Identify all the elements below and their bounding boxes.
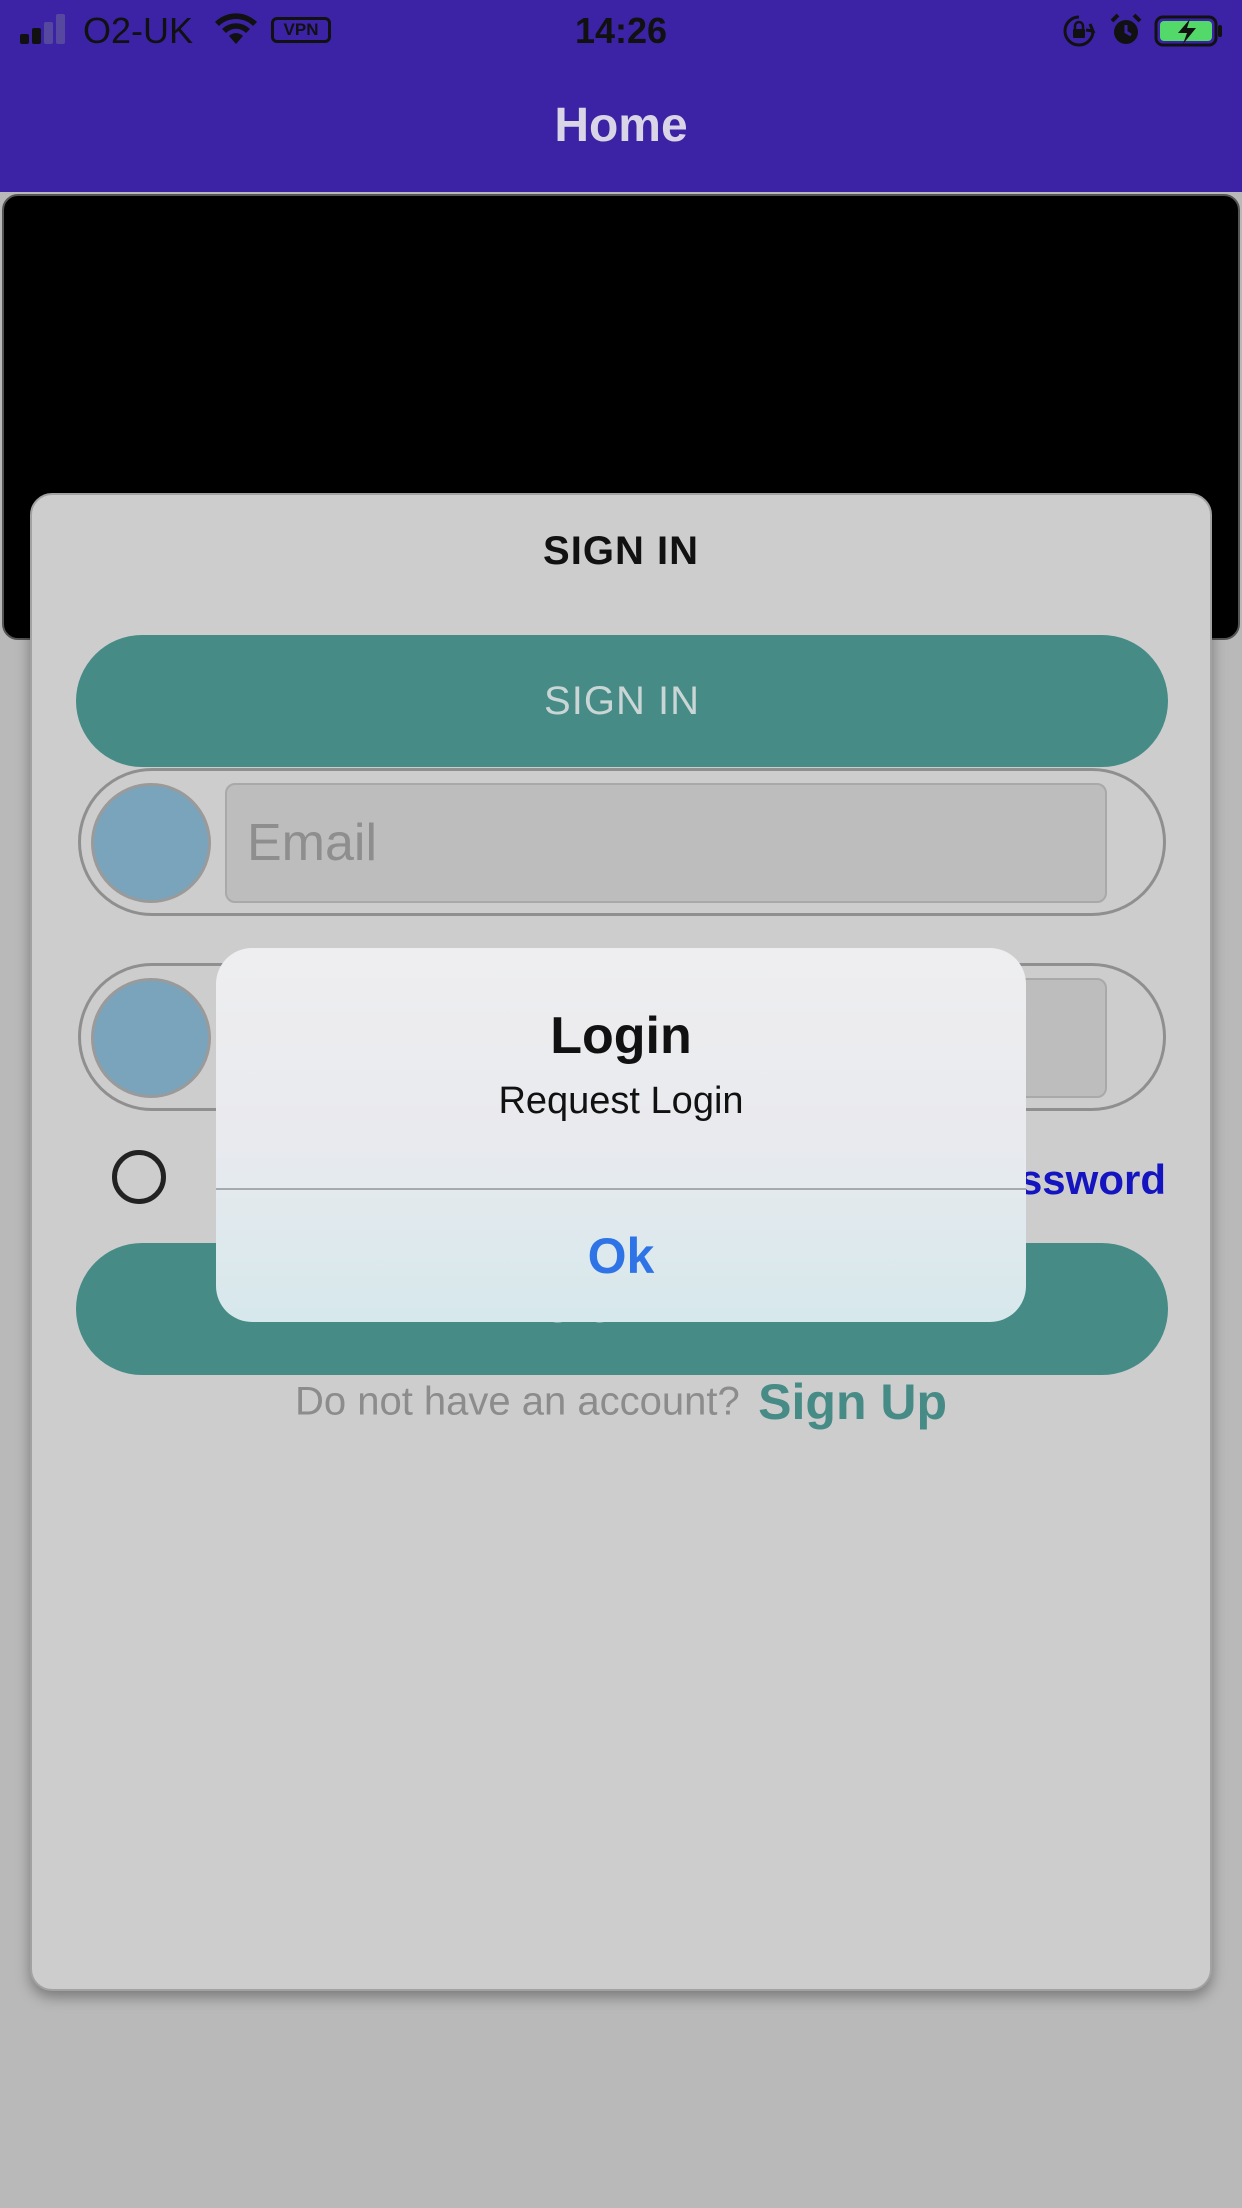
- alarm-icon: [1110, 13, 1142, 44]
- email-field-row: Email: [78, 768, 1166, 916]
- email-input[interactable]: Email: [225, 783, 1107, 903]
- alert-message: Request Login: [498, 1080, 744, 1122]
- signup-row: Do not have an account? Sign Up: [32, 1373, 1210, 1443]
- remember-me-radio[interactable]: [112, 1150, 166, 1204]
- orientation-lock-icon: [1063, 15, 1096, 47]
- alert-ok-button[interactable]: Ok: [216, 1190, 1026, 1322]
- signin-top-button[interactable]: SIGN IN: [76, 635, 1168, 767]
- login-alert-dialog: Login Request Login Ok: [216, 948, 1026, 1322]
- email-avatar-icon: [91, 783, 211, 903]
- alert-title: Login: [550, 1007, 692, 1065]
- battery-charging-icon: [1154, 15, 1222, 47]
- signup-link[interactable]: Sign Up: [758, 1374, 947, 1430]
- forgot-password-link[interactable]: ssword: [1019, 1150, 1166, 1210]
- signin-card-title: SIGN IN: [543, 529, 699, 573]
- password-avatar-icon: [91, 978, 211, 1098]
- navigation-bar: O2-UK VPN 14:26 Home: [0, 0, 1242, 192]
- status-bar: O2-UK VPN 14:26: [0, 0, 1242, 62]
- clock: 14:26: [574, 10, 668, 51]
- signup-prompt: Do not have an account?: [294, 1379, 740, 1424]
- page-title: Home: [554, 99, 688, 152]
